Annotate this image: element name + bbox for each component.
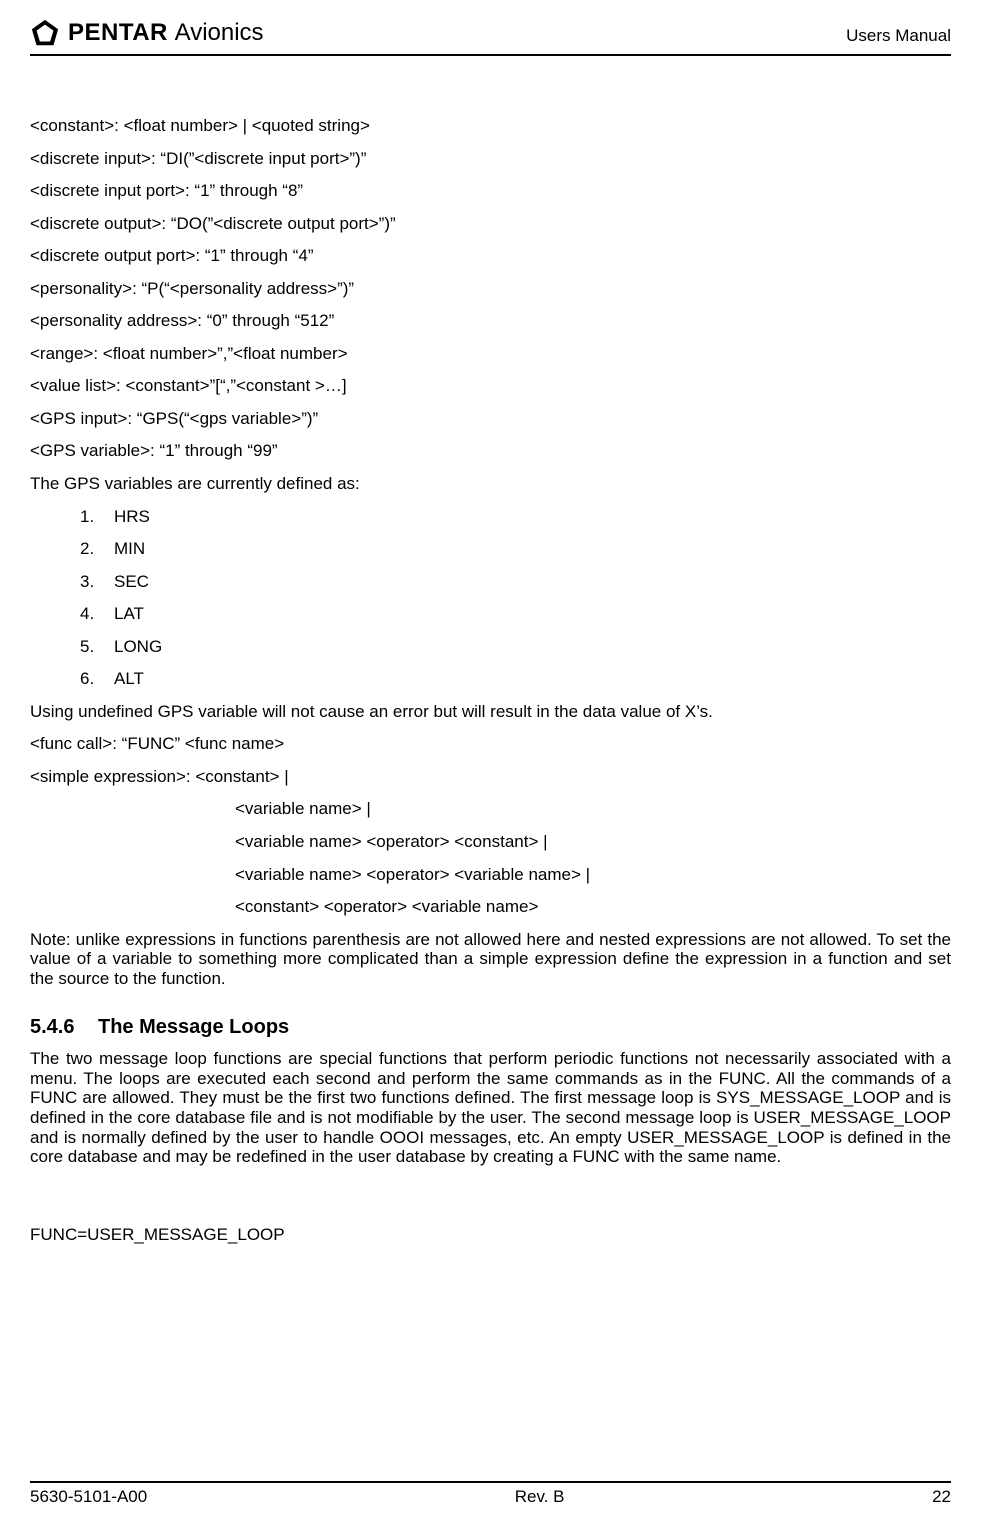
def-value-list: <value list>: <constant>”[“,”<constant >… xyxy=(30,376,951,396)
simple-expr-line: <variable name> <operator> <variable nam… xyxy=(30,865,951,885)
list-item: 6. ALT xyxy=(80,669,951,689)
manual-label: Users Manual xyxy=(846,26,951,48)
def-personality: <personality>: “P(“<personality address>… xyxy=(30,279,951,299)
header-rule xyxy=(30,54,951,56)
list-num: 5. xyxy=(80,637,114,657)
list-value: ALT xyxy=(114,669,144,689)
list-item: 1. HRS xyxy=(80,507,951,527)
brand-secondary: Avionics xyxy=(175,19,264,46)
def-constant: <constant>: <float number> | <quoted str… xyxy=(30,116,951,136)
def-range: <range>: <float number>”,”<float number> xyxy=(30,344,951,364)
brand-primary: PENTAR xyxy=(68,19,168,46)
list-value: MIN xyxy=(114,539,145,559)
list-num: 3. xyxy=(80,572,114,592)
list-value: LONG xyxy=(114,637,162,657)
def-simple-expr: <simple expression>: <constant> | xyxy=(30,767,951,787)
section-title: The Message Loops xyxy=(98,1016,289,1039)
list-value: LAT xyxy=(114,604,144,624)
section-heading: 5.4.6 The Message Loops xyxy=(30,1016,951,1039)
def-gps-variable: <GPS variable>: “1” through “99” xyxy=(30,441,951,461)
pentagon-icon xyxy=(30,18,60,48)
simple-expr-line: <constant> <operator> <variable name> xyxy=(30,897,951,917)
list-num: 1. xyxy=(80,507,114,527)
simple-expr-line: <variable name> | xyxy=(30,799,951,819)
page-header: PENTAR Avionics Users Manual xyxy=(30,18,951,48)
list-item: 4. LAT xyxy=(80,604,951,624)
list-num: 4. xyxy=(80,604,114,624)
gps-var-list: 1. HRS 2. MIN 3. SEC 4. LAT 5. LONG 6. A… xyxy=(30,507,951,689)
expr-note: Note: unlike expressions in functions pa… xyxy=(30,930,951,989)
gps-note: Using undefined GPS variable will not ca… xyxy=(30,702,951,722)
doc-revision: Rev. B xyxy=(515,1487,565,1507)
page-number: 22 xyxy=(932,1487,951,1507)
list-item: 2. MIN xyxy=(80,539,951,559)
page-footer: 5630-5101-A00 Rev. B 22 xyxy=(30,1481,951,1507)
simple-expr-line: <variable name> <operator> <constant> | xyxy=(30,832,951,852)
gps-vars-intro: The GPS variables are currently defined … xyxy=(30,474,951,494)
def-discrete-input: <discrete input>: “DI(”<discrete input p… xyxy=(30,149,951,169)
func-example: FUNC=USER_MESSAGE_LOOP xyxy=(30,1225,951,1245)
def-personality-address: <personality address>: “0” through “512” xyxy=(30,311,951,331)
list-value: HRS xyxy=(114,507,150,527)
def-func-call: <func call>: “FUNC” <func name> xyxy=(30,734,951,754)
list-value: SEC xyxy=(114,572,149,592)
def-discrete-input-port: <discrete input port>: “1” through “8” xyxy=(30,181,951,201)
brand-logo: PENTAR Avionics xyxy=(30,18,264,48)
list-item: 5. LONG xyxy=(80,637,951,657)
list-item: 3. SEC xyxy=(80,572,951,592)
def-discrete-output: <discrete output>: “DO(”<discrete output… xyxy=(30,214,951,234)
def-discrete-output-port: <discrete output port>: “1” through “4” xyxy=(30,246,951,266)
section-number: 5.4.6 xyxy=(30,1016,98,1039)
page-content: <constant>: <float number> | <quoted str… xyxy=(30,116,951,1244)
section-body: The two message loop functions are speci… xyxy=(30,1049,951,1166)
list-num: 6. xyxy=(80,669,114,689)
doc-number: 5630-5101-A00 xyxy=(30,1487,147,1507)
list-num: 2. xyxy=(80,539,114,559)
def-gps-input: <GPS input>: “GPS(“<gps variable>”)” xyxy=(30,409,951,429)
